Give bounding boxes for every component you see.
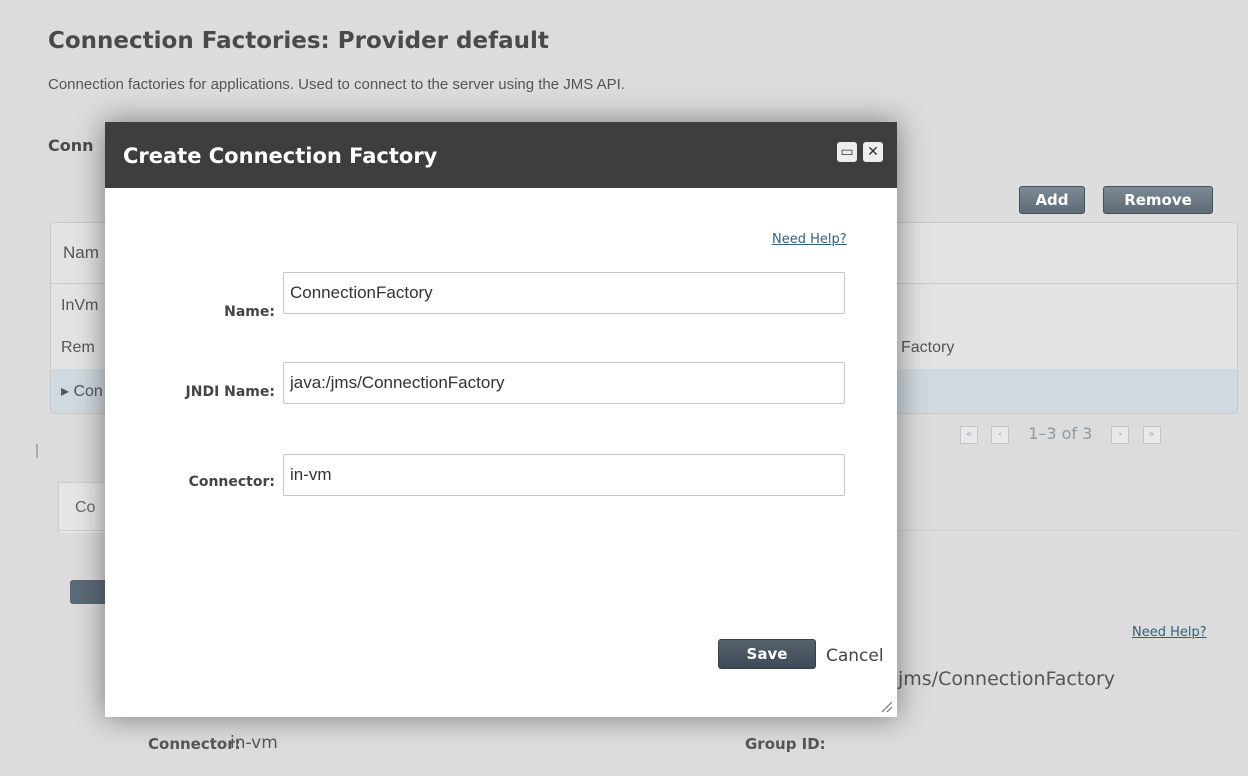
- add-button[interactable]: Add: [1019, 186, 1085, 214]
- create-connection-factory-dialog: Create Connection Factory ▭ ✕ Need Help?…: [105, 122, 897, 717]
- help-link[interactable]: Need Help?: [1132, 625, 1207, 640]
- resize-grip-icon[interactable]: [879, 699, 893, 713]
- jndi-value: jms/ConnectionFactory: [898, 668, 1115, 690]
- tab-label: Co: [75, 499, 96, 516]
- dialog-title: Create Connection Factory: [123, 144, 438, 168]
- last-page-icon[interactable]: »: [1142, 425, 1161, 444]
- group-id-label: Group ID:: [745, 735, 826, 753]
- dialog-help-link[interactable]: Need Help?: [772, 232, 847, 247]
- section-title: Conn: [48, 136, 94, 155]
- cancel-button[interactable]: Cancel: [826, 646, 884, 666]
- next-page-icon[interactable]: ›: [1111, 425, 1130, 444]
- connector-label: Connector:: [188, 474, 275, 490]
- maximize-icon[interactable]: ▭: [837, 142, 857, 162]
- prev-page-icon[interactable]: ‹: [991, 425, 1010, 444]
- column-header-name[interactable]: Nam: [63, 243, 99, 263]
- row-name: Rem: [61, 339, 95, 356]
- name-label: Name:: [224, 304, 275, 320]
- close-icon[interactable]: ✕: [863, 142, 883, 162]
- name-field[interactable]: [283, 272, 845, 314]
- page-description: Connection factories for applications. U…: [48, 76, 625, 93]
- pager: « ‹ 1–3 of 3 › »: [956, 424, 1165, 444]
- row-name: InVm: [61, 297, 99, 314]
- dialog-header[interactable]: Create Connection Factory ▭ ✕: [105, 122, 897, 188]
- divider: [36, 444, 38, 458]
- connector-label: Connector:: [148, 735, 241, 753]
- jndi-name-field[interactable]: [283, 362, 845, 404]
- row-name: ▸ Con: [61, 383, 103, 400]
- connector-field[interactable]: [283, 454, 845, 496]
- save-button[interactable]: Save: [718, 639, 816, 669]
- connector-value: in-vm: [230, 733, 278, 753]
- page-title: Connection Factories: Provider default: [48, 28, 549, 54]
- remove-button[interactable]: Remove: [1103, 186, 1213, 214]
- pager-text: 1–3 of 3: [1028, 424, 1093, 443]
- jndi-name-label: JNDI Name:: [185, 384, 275, 400]
- row-jndi: Factory: [901, 339, 955, 356]
- first-page-icon[interactable]: «: [960, 425, 978, 444]
